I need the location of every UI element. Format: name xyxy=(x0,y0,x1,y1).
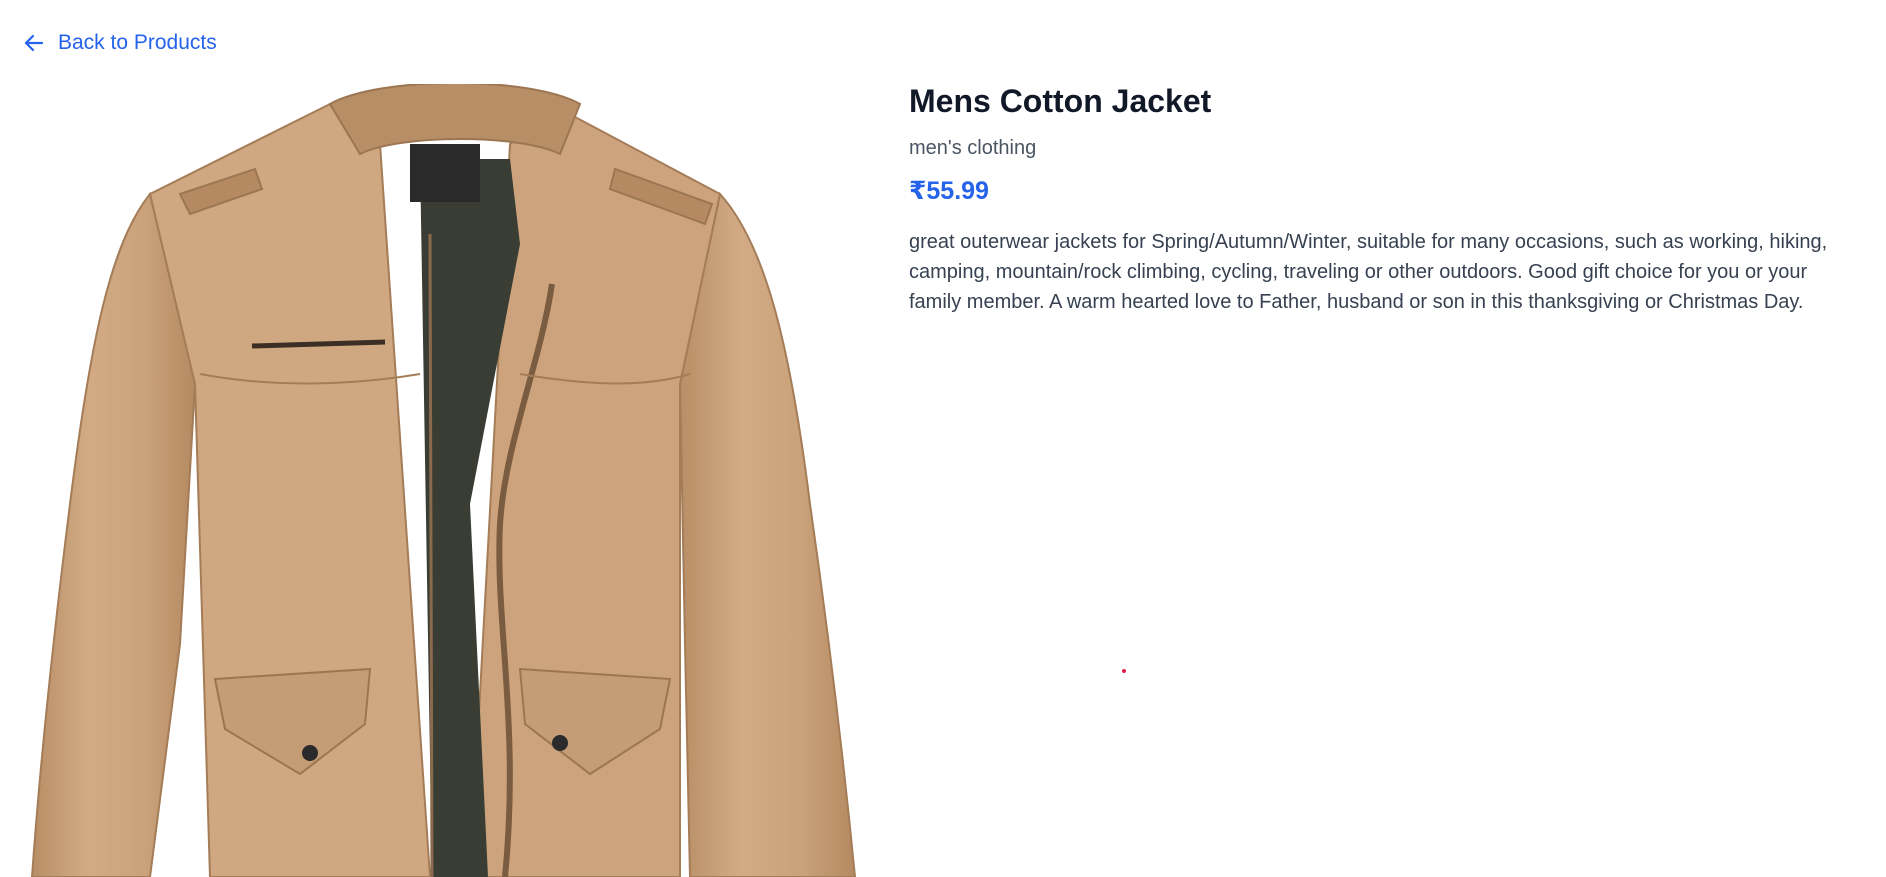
product-description: great outerwear jackets for Spring/Autum… xyxy=(909,231,1828,313)
back-link-label: Back to Products xyxy=(58,31,217,54)
product-details: Mens Cotton Jacket men's clothing ₹55.99… xyxy=(909,82,1839,317)
product-category: men's clothing xyxy=(909,137,1037,159)
arrow-left-icon xyxy=(24,34,44,52)
product-title: Mens Cotton Jacket xyxy=(909,83,1212,119)
cursor-indicator xyxy=(1122,669,1126,673)
product-image xyxy=(0,84,880,877)
product-price: ₹55.99 xyxy=(909,177,989,205)
back-to-products-link[interactable]: Back to Products xyxy=(22,31,217,55)
jacket-illustration xyxy=(30,84,857,877)
